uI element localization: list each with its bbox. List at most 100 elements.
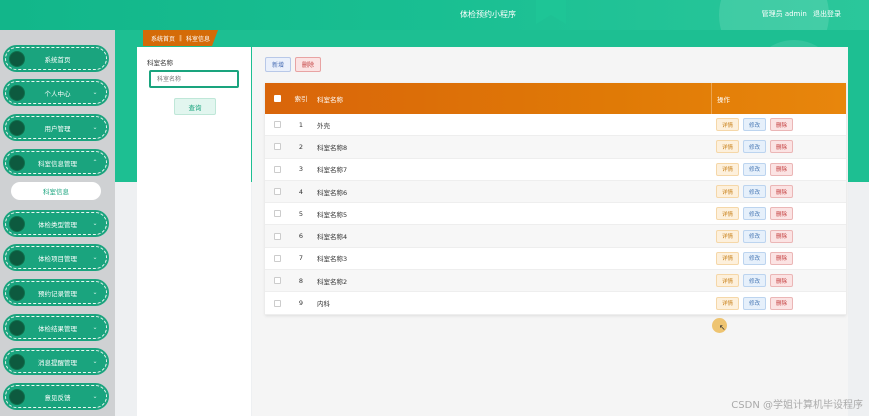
sidebar-item-departments[interactable]: 科室信息管理 ⌃	[3, 149, 109, 176]
table-row: 9 内科 详情 修改 删除	[265, 292, 846, 315]
detail-button[interactable]: 详情	[716, 185, 740, 199]
row-checkbox[interactable]	[274, 121, 281, 129]
delete-button[interactable]: 删除	[770, 207, 794, 221]
sidebar-item-appointments[interactable]: 预约记录管理 ⌄	[3, 279, 109, 306]
delete-button[interactable]: 删除	[770, 162, 794, 176]
detail-button[interactable]: 详情	[716, 251, 740, 265]
top-bar: 体检预约小程序 管理员 admin 退出登录	[0, 0, 869, 70]
sidebar-item-feedback[interactable]: 意见反馈 ⌄	[3, 383, 109, 410]
logout-link[interactable]: 退出登录	[813, 10, 841, 18]
chevron-up-icon: ⌃	[92, 159, 98, 166]
edit-button[interactable]: 修改	[743, 185, 767, 199]
detail-button[interactable]: 详情	[716, 229, 740, 243]
edit-button[interactable]: 修改	[743, 207, 767, 221]
detail-button[interactable]: 详情	[716, 162, 740, 176]
table-row: 4 科室名称6 详情 修改 删除	[265, 180, 846, 204]
user-label: 管理员 admin	[761, 10, 807, 18]
delete-button[interactable]: 删除	[770, 140, 794, 154]
edit-button[interactable]: 修改	[743, 251, 767, 265]
query-button[interactable]: 查询	[174, 98, 216, 115]
content-panel: 新增 删除 索引 科室名称 操作 1 外壳 详情 修改 删除 2 科室名称8 详…	[252, 47, 848, 416]
menu-dot-icon	[9, 50, 25, 67]
row-checkbox[interactable]	[274, 232, 281, 240]
row-checkbox[interactable]	[274, 299, 281, 307]
row-name: 科室名称2	[317, 277, 348, 286]
sidebar-item-exam-items[interactable]: 体检项目管理 ⌄	[3, 244, 109, 271]
sidebar-item-reminders[interactable]: 消息提醒管理 ⌄	[3, 348, 109, 375]
delete-button[interactable]: 删除	[770, 251, 794, 265]
sidebar-item-profile[interactable]: 个人中心 ⌄	[3, 79, 109, 106]
chevron-down-icon: ⌄	[92, 220, 98, 227]
table-row: 8 科室名称2 详情 修改 删除	[265, 270, 846, 293]
breadcrumb-home[interactable]: 系统首页	[151, 34, 175, 43]
sidebar-item-label: 体检结果管理	[38, 324, 77, 333]
edit-button[interactable]: 修改	[743, 162, 767, 176]
sidebar-item-results[interactable]: 体检结果管理 ⌄	[3, 314, 109, 341]
sidebar-item-label: 预约记录管理	[38, 289, 77, 298]
delete-button[interactable]: 删除	[770, 118, 794, 132]
sidebar-item-users[interactable]: 用户管理 ⌄	[3, 114, 109, 141]
row-checkbox[interactable]	[274, 165, 281, 173]
row-name: 外壳	[317, 121, 330, 130]
watermark: CSDN @学姐计算机毕设程序	[731, 400, 863, 411]
delete-button[interactable]: 删除	[770, 274, 794, 288]
delete-button[interactable]: 删除	[770, 185, 794, 199]
row-index: 3	[298, 165, 304, 174]
row-name: 科室名称7	[317, 166, 348, 175]
menu-dot-icon	[9, 284, 25, 301]
detail-button[interactable]: 详情	[716, 296, 740, 310]
row-checkbox[interactable]	[274, 277, 281, 285]
sidebar-item-label: 科室信息管理	[38, 159, 77, 168]
row-name: 科室名称8	[317, 143, 348, 152]
delete-button[interactable]: 删除	[770, 296, 794, 310]
edit-button[interactable]: 修改	[743, 296, 767, 310]
edit-button[interactable]: 修改	[743, 140, 767, 154]
sidebar-item-label: 消息提醒管理	[38, 358, 77, 367]
edit-button[interactable]: 修改	[743, 118, 767, 132]
row-index: 6	[298, 232, 304, 241]
chevron-down-icon: ⌄	[92, 124, 98, 131]
menu-dot-icon	[9, 154, 25, 171]
sidebar-item-label: 个人中心	[44, 89, 71, 98]
menu-dot-icon	[9, 84, 25, 101]
sidebar-item-label: 意见反馈	[44, 393, 71, 402]
menu-dot-icon	[9, 388, 25, 405]
department-name-search-input[interactable]	[149, 70, 239, 88]
row-index: 7	[298, 254, 304, 263]
chevron-down-icon: ⌄	[92, 358, 98, 365]
row-checkbox[interactable]	[274, 188, 281, 196]
breadcrumb-current: 科室信息	[186, 35, 211, 43]
add-button[interactable]: 新增	[265, 57, 291, 72]
department-table: 索引 科室名称 操作 1 外壳 详情 修改 删除 2 科室名称8 详情 修改 删…	[265, 83, 846, 315]
filter-panel: 科室名称 查询	[137, 47, 251, 416]
detail-button[interactable]: 详情	[716, 118, 740, 132]
sidebar-item-label: 用户管理	[44, 124, 71, 133]
detail-button[interactable]: 详情	[716, 140, 740, 154]
sidebar-item-exam-types[interactable]: 体检类型管理 ⌄	[3, 210, 109, 237]
menu-dot-icon	[9, 249, 25, 266]
row-index: 5	[298, 209, 304, 218]
row-index: 9	[298, 299, 304, 308]
edit-button[interactable]: 修改	[743, 274, 767, 288]
row-index: 2	[298, 142, 304, 151]
row-checkbox[interactable]	[274, 210, 281, 218]
select-all-checkbox[interactable]	[274, 95, 281, 102]
sidebar-subitem-department-info[interactable]: 科室信息	[11, 182, 101, 200]
edit-button[interactable]: 修改	[743, 229, 767, 243]
menu-dot-icon	[9, 215, 25, 232]
row-name: 科室名称4	[317, 233, 348, 242]
row-index: 8	[298, 276, 304, 285]
delete-button[interactable]: 删除	[770, 229, 794, 243]
sidebar-item-label: 系统首页	[44, 55, 71, 64]
row-checkbox[interactable]	[274, 254, 281, 262]
table-header: 索引 科室名称 操作	[265, 83, 846, 114]
bulk-delete-button[interactable]: 删除	[295, 57, 321, 72]
menu-dot-icon	[9, 119, 25, 136]
table-row: 5 科室名称5 详情 修改 删除	[265, 203, 846, 226]
header-index: 索引	[294, 94, 308, 103]
sidebar-item-home[interactable]: 系统首页	[3, 45, 109, 72]
header-ops: 操作	[711, 83, 846, 114]
detail-button[interactable]: 详情	[716, 274, 740, 288]
row-checkbox[interactable]	[274, 143, 281, 151]
detail-button[interactable]: 详情	[716, 207, 740, 221]
